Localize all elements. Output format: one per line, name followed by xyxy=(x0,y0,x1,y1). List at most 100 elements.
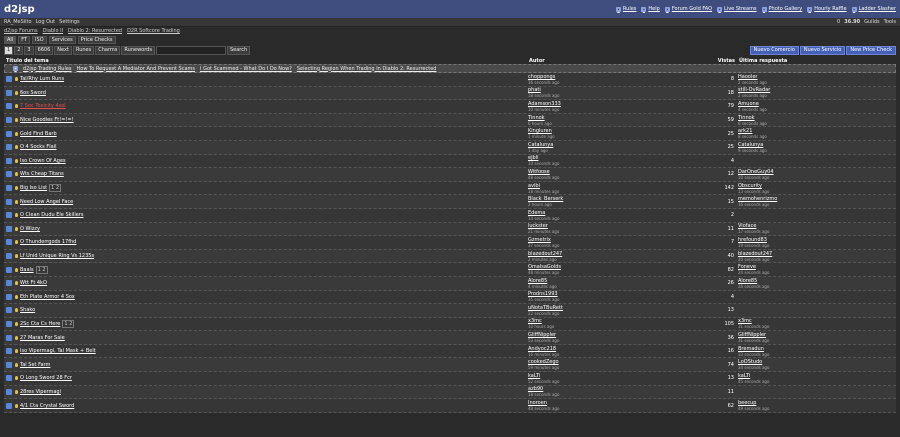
table-row[interactable]: Gold Find Barb Kingluren 1 minute ago 25 ark… xyxy=(4,127,896,141)
table-row[interactable]: Lf Unid Unique Ring Vs 1235s blazedout247… xyxy=(4,249,896,264)
site-logo[interactable]: d2jsp xyxy=(4,4,35,15)
action-new-price-check[interactable]: New Price Check xyxy=(846,46,896,55)
topic-title[interactable]: Shako xyxy=(20,307,528,313)
table-row[interactable]: Baals 1 2 OmalsaGolds 48 minutes ago 82 Fonev… xyxy=(4,263,896,277)
pager-bar: 1 2 3 6606 Next Runes Charms Runewords Search Nu… xyxy=(0,45,900,56)
table-row[interactable]: Nice Goodies Ft!=!=! Tinnok 6 hours ago 59 T… xyxy=(4,113,896,128)
filter-all[interactable]: All xyxy=(4,35,17,44)
table-row[interactable]: 28res Vipermagi azb90 18 seconds ago 11 xyxy=(4,385,896,400)
top-link-gold-faq[interactable]: • Forum Gold FAQ xyxy=(664,6,712,12)
author-cell: Black_Berserk 2 hours ago xyxy=(528,196,708,207)
action-nuevo-servicio[interactable]: Nuevo Servicio xyxy=(799,46,846,55)
table-row[interactable]: 27 Maras For Sale GliffNippler 53 seconds … xyxy=(4,331,896,345)
table-row[interactable]: Shako uNotaTBuRett 22 seconds ago 13 xyxy=(4,304,896,318)
topic-title[interactable]: 4/1 Cta Crystal Sword xyxy=(20,403,528,409)
topic-title[interactable]: Wtt Ft 4kO xyxy=(20,280,528,286)
breadcrumb-item[interactable]: Diablo II xyxy=(43,28,63,34)
topic-title[interactable]: 2Sc Cta Cs Here 1 2 xyxy=(20,319,528,328)
table-row[interactable]: Iso Vipermagi, Tal Mask + Belt Andyoc218 1… xyxy=(4,344,896,359)
topic-title[interactable]: O Wizzy xyxy=(20,226,528,232)
tab-charms[interactable]: Charms xyxy=(95,46,121,55)
sticky-link[interactable]: d2jsp Trading Rules xyxy=(23,66,72,72)
table-row[interactable]: O Long Sword 28 Fcr kaLTi 52 seconds ago 13… xyxy=(4,372,896,386)
settings-link[interactable]: Settings xyxy=(59,19,80,25)
top-link-help[interactable]: • Help xyxy=(641,6,660,12)
topic-title[interactable]: Gold Find Barb xyxy=(20,131,528,137)
table-row[interactable]: 6os Sword phati 18 seconds ago 18 still-OvRa… xyxy=(4,86,896,101)
author-time: 14 seconds ago xyxy=(528,215,560,221)
author-cell: avibi 18 minutes ago xyxy=(528,183,708,194)
topic-title[interactable]: Baals 1 2 xyxy=(20,265,528,274)
sticky-link[interactable]: I Got Scammed - What Do I Do Now? xyxy=(200,66,292,72)
topic-pages[interactable]: 1 2 xyxy=(35,265,48,274)
next-page-button[interactable]: Next xyxy=(54,46,72,55)
topic-title[interactable]: Nice Goodies Ft!=!=! xyxy=(20,117,528,123)
page-link[interactable]: 6606 xyxy=(34,46,54,55)
top-link-slasher[interactable]: • Ladder Slasher xyxy=(851,6,896,12)
topic-title[interactable]: 7 Soc Toxicity 4sel xyxy=(20,103,528,109)
topic-title[interactable]: Eth Plate Armor 4 Sox xyxy=(20,294,528,300)
username-link[interactable]: RA_MeSiito xyxy=(4,19,32,25)
page-link[interactable]: 1 xyxy=(4,46,14,55)
table-row[interactable]: 7 Soc Toxicity 4sel Adamson333 10 minutes … xyxy=(4,100,896,114)
topic-title[interactable]: O Clean Dudu Ele Skillers xyxy=(20,212,528,218)
topic-title[interactable]: Iso Vipermagi, Tal Mask + Belt xyxy=(20,348,528,354)
topic-title[interactable]: Lf Unid Unique Ring Vs 1235s xyxy=(20,253,528,259)
topic-title[interactable]: Need Low Angel Face xyxy=(20,199,528,205)
topic-title[interactable]: O 4 Socks Flail xyxy=(20,144,528,150)
notification-count[interactable]: 0 xyxy=(837,19,840,25)
top-link-stream[interactable]: • Live Streams xyxy=(717,6,757,12)
top-link-photo[interactable]: • Photo Gallery xyxy=(761,6,802,12)
filter-iso[interactable]: ISO xyxy=(32,35,47,44)
topic-title[interactable]: Tal/Rhy Lum Runs xyxy=(20,76,528,82)
table-row[interactable]: Iso Crown Of Ages eJbll 10 seconds ago 4 xyxy=(4,154,896,169)
topic-title[interactable]: Wts Cheap Titans xyxy=(20,171,528,177)
topic-pages[interactable]: 1 2 xyxy=(49,184,62,193)
top-link-raffle[interactable]: • Hourly Raffle xyxy=(807,6,847,12)
table-row[interactable]: Wts Cheap Titans Witfoose 48 seconds ago 12… xyxy=(4,168,896,182)
search-button[interactable]: Search xyxy=(226,46,251,55)
table-row[interactable]: 4/1 Cta Crystal Sword Inoroen 48 seconds a… xyxy=(4,399,896,413)
guilds-link[interactable]: Guilds xyxy=(864,19,880,25)
topic-title[interactable]: 6os Sword xyxy=(20,90,528,96)
table-row[interactable]: O Clean Dudu Ele Skillers Edema 14 seconds… xyxy=(4,208,896,223)
page-link[interactable]: 2 xyxy=(14,46,24,55)
table-row[interactable]: Eth Plate Armor 4 Sox Prodns1993 35 second… xyxy=(4,290,896,305)
last-reply-cell: Vioface 17 seconds ago xyxy=(738,223,896,234)
lightbulb-icon xyxy=(15,403,18,408)
top-link-rules[interactable]: • Rules xyxy=(615,6,636,12)
topic-title[interactable]: Big Iso List 1 2 xyxy=(20,184,528,193)
table-row[interactable]: Big Iso List 1 2 avibi 18 minutes ago 142 Obs… xyxy=(4,181,896,196)
table-row[interactable]: O 4 Socks Flail Catalunya 1 day ago 25 Catal… xyxy=(4,140,896,155)
action-nuevo-comercio[interactable]: Nuevo Comercio xyxy=(749,46,799,55)
page-link[interactable]: 3 xyxy=(24,46,34,55)
breadcrumb-item[interactable]: D2R Softcore Trading xyxy=(127,28,180,34)
topic-title[interactable]: 27 Maras For Sale xyxy=(20,335,528,341)
table-row[interactable]: Tal Set Farm cookedZego 59 minutes ago 74 Lo… xyxy=(4,358,896,373)
topic-title[interactable]: O Long Sword 28 Fcr xyxy=(20,375,528,381)
topic-title[interactable]: Tal Set Farm xyxy=(20,362,528,368)
tab-runes[interactable]: Runes xyxy=(72,46,95,55)
logout-link[interactable]: Log Out xyxy=(36,19,56,25)
table-row[interactable]: O Thunderrgods 17fhd Gzmetrix 37 seconds a… xyxy=(4,236,896,250)
topic-title[interactable]: 28res Vipermagi xyxy=(20,389,528,395)
topic-title[interactable]: Iso Crown Of Ages xyxy=(20,158,528,164)
topic-title[interactable]: O Thunderrgods 17fhd xyxy=(20,239,528,245)
breadcrumb-item[interactable]: Diablo 2: Resurrected xyxy=(68,28,122,34)
filter-ft[interactable]: FT xyxy=(18,35,31,44)
breadcrumb-item[interactable]: d2jsp Forums xyxy=(4,28,38,34)
table-row[interactable]: O Wizzy luckster 21 minutes ago 11 Vioface 17… xyxy=(4,222,896,237)
tab-runewords[interactable]: Runewords xyxy=(121,46,155,55)
filter-price-checks[interactable]: Price Checks xyxy=(77,35,116,44)
sticky-link[interactable]: How To Request A Mediator And Prevent Sc… xyxy=(77,66,195,72)
table-row[interactable]: 2Sc Cta Cs Here 1 2 x3mc 10 hours ago 105 x3m… xyxy=(4,317,896,332)
col-views: Vistas xyxy=(717,57,735,64)
topic-pages[interactable]: 1 2 xyxy=(62,319,75,328)
search-input[interactable] xyxy=(155,46,226,55)
sticky-link[interactable]: Selecting Region When Trading In Diablo … xyxy=(297,66,437,72)
filter-services[interactable]: Services xyxy=(48,35,76,44)
table-row[interactable]: Tal/Rhy Lum Runs choppongs 36 seconds ago 8… xyxy=(4,73,896,87)
table-row[interactable]: Need Low Angel Face Black_Berserk 2 hours … xyxy=(4,195,896,209)
table-row[interactable]: Wtt Ft 4kO Alore85 4 minutes ago 26 Alore85 2… xyxy=(4,276,896,291)
tools-link[interactable]: Tools xyxy=(884,19,896,25)
